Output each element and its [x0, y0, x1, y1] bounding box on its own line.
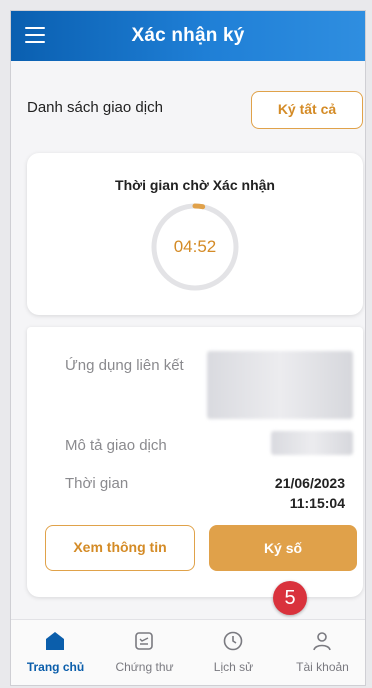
nav-history-label: Lịch sử — [213, 660, 254, 674]
nav-home-label: Trang chủ — [26, 660, 85, 674]
transaction-list-header: Danh sách giao dịch Ký tất cả — [11, 73, 365, 133]
countdown-value: 04:52 — [173, 237, 217, 256]
nav-account[interactable]: Tài khoản — [278, 620, 365, 685]
app-header: Xác nhận ký — [11, 11, 365, 61]
transaction-time: 11:15:04 — [289, 495, 345, 511]
clock-icon — [223, 631, 243, 651]
nav-home[interactable]: Trang chủ — [11, 620, 100, 685]
timer-title: Thời gian chờ Xác nhận — [115, 177, 275, 193]
sign-all-button[interactable]: Ký tất cả — [251, 91, 363, 129]
certificate-icon — [135, 632, 153, 650]
digital-sign-button[interactable]: Ký số — [209, 525, 357, 571]
nav-account-label: Tài khoản — [296, 660, 349, 674]
linked-app-value-redacted — [207, 351, 353, 419]
phone-screen: Xác nhận ký Danh sách giao dịch Ký tất c… — [10, 10, 366, 686]
nav-certificate[interactable]: Chứng thư — [100, 620, 189, 685]
home-icon — [46, 632, 64, 650]
description-value-redacted — [271, 431, 353, 455]
bottom-navigation: Trang chủ Chứng thư Lịch sử Tài khoản — [11, 619, 365, 685]
transaction-card: Ứng dụng liên kết Mô tả giao dịch Thời g… — [27, 327, 363, 597]
nav-history[interactable]: Lịch sử — [189, 620, 278, 685]
timer-card: Thời gian chờ Xác nhận 04:52 — [27, 153, 363, 315]
section-title: Danh sách giao dịch — [27, 99, 163, 116]
nav-certificate-label: Chứng thư — [115, 660, 174, 674]
step-number-badge: 5 — [273, 581, 307, 615]
description-label: Mô tả giao dịch — [65, 437, 167, 454]
transaction-date: 21/06/2023 — [274, 475, 345, 491]
time-label: Thời gian — [65, 475, 129, 492]
view-info-button[interactable]: Xem thông tin — [45, 525, 195, 571]
page-title: Xác nhận ký — [131, 25, 245, 46]
linked-app-label: Ứng dụng liên kết — [65, 357, 184, 374]
user-icon — [313, 632, 331, 651]
